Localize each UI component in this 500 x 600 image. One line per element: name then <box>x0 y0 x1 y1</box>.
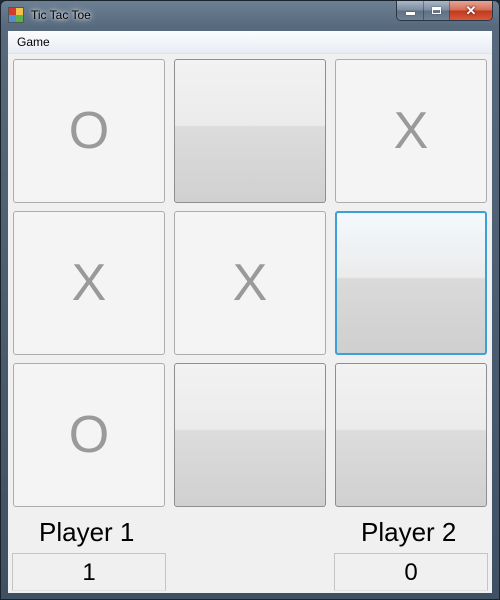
board-cell[interactable] <box>335 211 487 355</box>
board-cell[interactable]: X <box>335 59 487 203</box>
board-cell[interactable] <box>174 363 326 507</box>
cell-mark: O <box>68 102 110 160</box>
maximize-button[interactable] <box>423 1 449 20</box>
player2-score: 0 <box>334 553 488 591</box>
close-icon: ✕ <box>465 3 477 18</box>
cell-mark: X <box>393 102 429 160</box>
minimize-button[interactable] <box>397 1 423 20</box>
menu-game[interactable]: Game <box>17 35 50 49</box>
board-cell[interactable] <box>174 59 326 203</box>
client-area: Game O X X X O Player 1 Player 2 1 0 <box>8 31 492 593</box>
player1-label: Player 1 <box>39 517 135 547</box>
app-icon[interactable] <box>9 8 23 22</box>
minimize-icon <box>405 12 415 15</box>
board-cell[interactable]: X <box>174 211 326 355</box>
window-title: Tic Tac Toe <box>31 8 91 22</box>
game-board: O X X X O <box>13 59 489 507</box>
board-cell[interactable]: X <box>13 211 165 355</box>
title-bar[interactable]: Tic Tac Toe ✕ <box>1 1 499 29</box>
board-cell[interactable] <box>335 363 487 507</box>
caption-buttons: ✕ <box>396 1 493 21</box>
cell-mark: X <box>71 254 107 312</box>
cell-mark: O <box>68 406 110 464</box>
maximize-icon <box>432 7 441 14</box>
board-cell[interactable]: O <box>13 363 165 507</box>
menu-bar: Game <box>8 31 492 54</box>
player2-label: Player 2 <box>361 517 457 547</box>
close-button[interactable]: ✕ <box>449 1 492 20</box>
app-window: Tic Tac Toe ✕ Game O X X X O Player 1 Pl… <box>0 0 500 600</box>
cell-mark: X <box>232 254 268 312</box>
board-cell[interactable]: O <box>13 59 165 203</box>
player1-score: 1 <box>12 553 166 591</box>
